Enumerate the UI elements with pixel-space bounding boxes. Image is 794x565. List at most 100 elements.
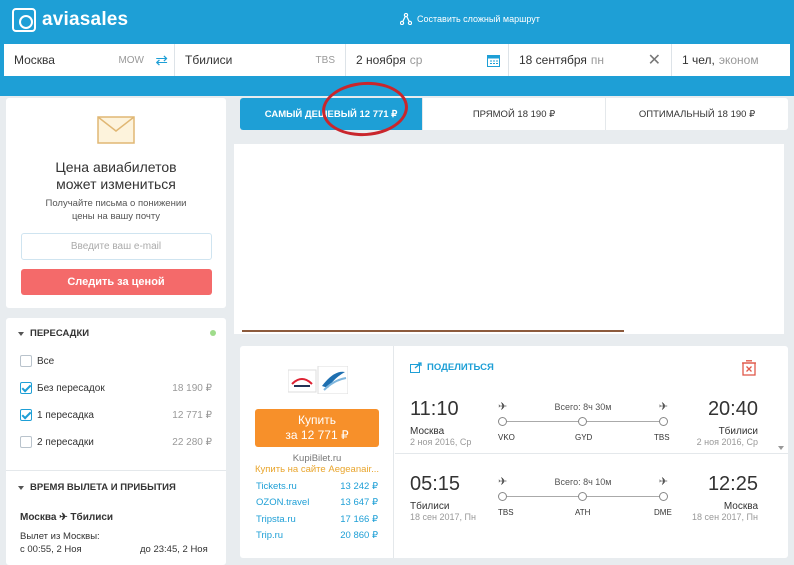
offer-name: OZON.travel [256,497,310,508]
buy-button[interactable]: Купить за 12 771 ₽ [255,409,379,447]
route-stop-dot [659,492,668,501]
passengers-count: 1 чел, [682,53,715,67]
subscribe-desc-line2: цены на вашу почту [71,211,161,222]
flight-duration: Всего: 8ч 10м [554,477,612,487]
time-filter-header[interactable]: ВРЕМЯ ВЫЛЕТА И ПРИБЫТИЯ [18,482,176,493]
ticket-purchase-column: Купить за 12 771 ₽ KupiBilet.ru Купить н… [240,346,394,558]
time-filter-title: ВРЕМЯ ВЫЛЕТА И ПРИБЫТИЯ [30,482,176,493]
expand-arrow-icon[interactable] [778,446,784,450]
arrival-city: Москва [723,501,758,512]
agent-site-link[interactable]: Купить на сайте Aegeanair... [255,464,385,475]
route-track: ✈ ✈ Всего: 8ч 30м VKO GYD TBS [498,398,670,446]
origin-field[interactable]: Москва MOW ⇄ [4,44,175,76]
departure-time: 11:10 [410,398,459,420]
arrival-time: 12:25 [707,473,758,495]
offer-row[interactable]: Tripsta.ru 17 166 ₽ [256,514,378,525]
departure-label: Вылет из Москвы: [20,531,100,542]
time-range-from: с 00:55, 2 Ноя [20,544,82,555]
ad-banner [234,144,784,334]
ad-progress-line [242,330,624,332]
departure-weekday: ср [409,53,423,67]
subscribe-description: Получайте письма о понижении цены на ваш… [6,197,226,223]
time-range-to: до 23:45, 2 Ноя [140,544,208,555]
offer-name: Tickets.ru [256,481,297,492]
airport-code: ATH [575,508,591,517]
stops-option-two[interactable]: 2 пересадки 22 280 ₽ [20,433,212,451]
route-stop-dot [498,492,507,501]
calendar-icon[interactable] [487,54,500,67]
departure-time: 05:15 [410,473,461,495]
email-input[interactable] [20,233,212,260]
route-to: Тбилиси [70,512,114,523]
offer-price: 13 242 ₽ [340,481,378,492]
track-price-button[interactable]: Следить за ценой [20,269,212,295]
airline-logos [288,366,348,394]
tab-optimal[interactable]: ОПТИМАЛЬНЫЙ 18 190 ₽ [606,98,788,130]
option-label: Все [37,355,55,367]
destination-field[interactable]: Тбилиси TBS [175,44,346,76]
departure-city: Тбилиси [410,501,450,512]
stops-option-all[interactable]: Все [20,352,212,370]
departure-date: 2 ноя 2016, Ср [410,437,472,447]
stops-filter-header[interactable]: ПЕРЕСАДКИ [18,328,89,339]
envelope-icon [97,116,135,144]
flight-duration: Всего: 8ч 30м [554,402,612,412]
logo[interactable]: aviasales [12,8,128,32]
checkbox-checked[interactable] [20,382,32,394]
offer-row[interactable]: Trip.ru 20 860 ₽ [256,530,378,541]
checkbox[interactable] [20,436,32,448]
offer-price: 20 860 ₽ [340,530,378,541]
arrival-city: Тбилиси [718,426,758,437]
airport-code: GYD [575,433,593,442]
option-label: 2 пересадки [37,436,94,448]
stops-option-direct[interactable]: Без пересадок 18 190 ₽ [20,379,212,397]
remove-ticket-icon[interactable] [742,360,756,376]
passengers-field[interactable]: 1 чел, эконом [672,44,790,76]
share-link[interactable]: ПОДЕЛИТЬСЯ [410,362,494,373]
price-subscribe-panel: Цена авиабилетов может измениться Получа… [6,98,226,308]
active-filter-dot [210,330,216,336]
checkbox[interactable] [20,355,32,367]
complex-route-link[interactable]: Составить сложный маршрут [400,13,540,25]
divider [6,470,226,471]
share-label: ПОДЕЛИТЬСЯ [427,362,494,373]
departure-date-field[interactable]: 2 ноября ср [346,44,509,76]
stops-option-one[interactable]: 1 пересадка 12 771 ₽ [20,406,212,424]
flight-segment-outbound[interactable]: 11:10 Москва 2 ноя 2016, Ср ✈ ✈ Всего: 8… [410,398,758,458]
departure-date: 2 ноября [356,53,406,67]
chevron-down-icon [18,331,24,336]
chevron-down-icon [18,485,24,490]
destination-city: Тбилиси [185,53,233,67]
option-label: 1 пересадка [37,409,94,421]
return-weekday: пн [590,53,605,67]
offer-row[interactable]: OZON.travel 13 647 ₽ [256,497,378,508]
offer-row[interactable]: Tickets.ru 13 242 ₽ [256,481,378,492]
close-icon[interactable]: ✕ [648,50,661,70]
subscribe-title-line1: Цена авиабилетов [55,159,177,175]
arrival-time: 20:40 [707,398,758,420]
logo-icon [12,8,36,32]
top-bar: aviasales Составить сложный маршрут Моск… [0,0,794,96]
airport-code: VKO [498,433,515,442]
offer-price: 17 166 ₽ [340,514,378,525]
tab-direct[interactable]: ПРЯМОЙ 18 190 ₽ [423,98,606,130]
departure-date: 18 сен 2017, Пн [410,512,476,522]
route-track: ✈ ✈ Всего: 8ч 10м TBS ATH DME [498,473,672,521]
checkbox-checked[interactable] [20,409,32,421]
route-icon [400,13,412,25]
flight-segment-return[interactable]: 05:15 Тбилиси 18 сен 2017, Пн ✈ ✈ Всего:… [410,473,758,533]
route-stop-dot [578,492,587,501]
airport-code: DME [654,508,672,517]
return-date-field[interactable]: 18 сентября пн ✕ [509,44,672,76]
origin-code: MOW [118,54,144,66]
cabin-class: эконом [718,53,759,67]
arrival-date: 18 сен 2017, Пн [692,512,758,522]
route-stop-dot [498,417,507,426]
time-filter-route: Москва ✈ Тбилиси [20,512,113,523]
departure-city: Москва [410,426,445,437]
complex-route-label: Составить сложный маршрут [417,14,540,24]
origin-city: Москва [14,53,55,67]
buy-label: Купить [298,413,336,427]
option-label: Без пересадок [37,382,105,394]
swap-icon[interactable]: ⇄ [155,51,168,69]
